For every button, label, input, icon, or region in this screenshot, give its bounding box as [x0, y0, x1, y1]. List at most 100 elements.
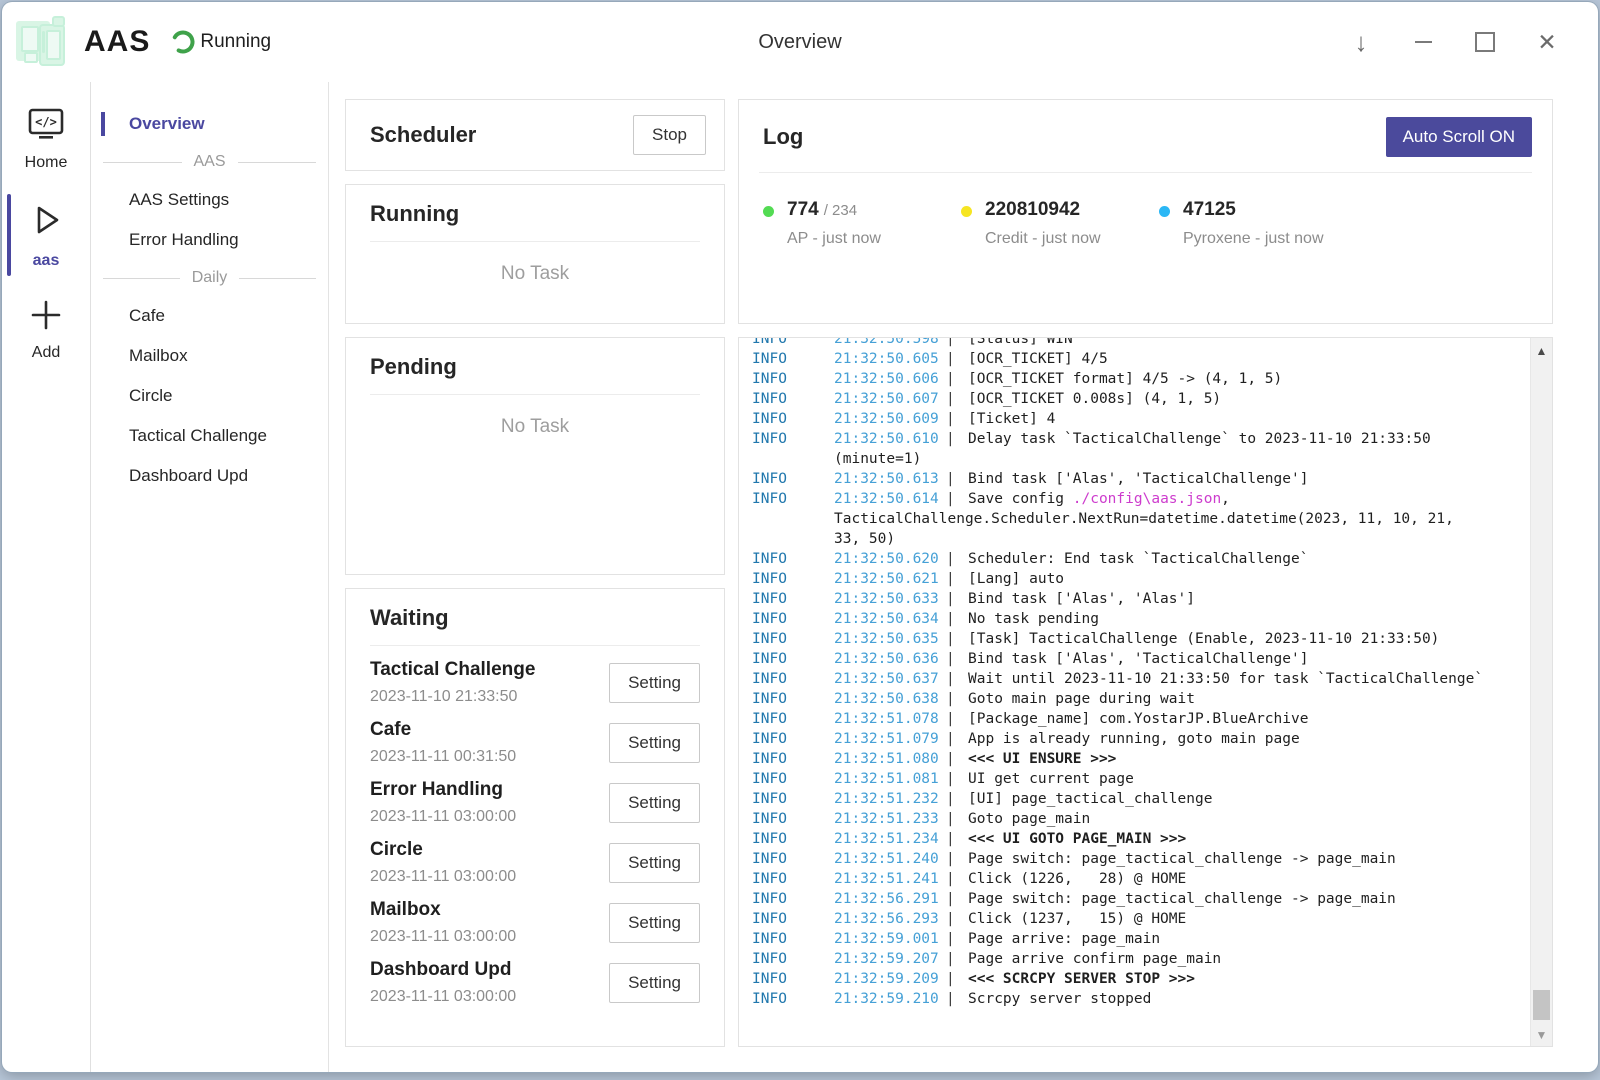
- log-level: INFO: [752, 409, 834, 429]
- log-separator: |: [946, 609, 968, 629]
- sidebar-item-label: Mailbox: [129, 346, 188, 365]
- title-bar: AAS Running Overview ↓ ✕: [2, 2, 1598, 82]
- stat-text: 47125Pyroxene - just now: [1183, 199, 1324, 248]
- log-separator: |: [946, 549, 968, 569]
- main-area: Scheduler Stop Running No Task Pending N…: [329, 82, 1598, 1072]
- log-timestamp: 21:32:51.079: [834, 729, 946, 749]
- setting-button[interactable]: Setting: [609, 903, 700, 943]
- waiting-task-info: Dashboard Upd2023-11-11 03:00:00: [370, 959, 516, 1006]
- log-scrollbar[interactable]: ▲ ▼: [1530, 338, 1552, 1046]
- log-message: Save config ./config\aas.json,: [968, 489, 1230, 509]
- log-line: INFO21:32:51.233| Goto page_main: [752, 809, 1518, 829]
- sidebar-item-label: Overview: [129, 114, 205, 133]
- log-timestamp: 21:32:59.209: [834, 969, 946, 989]
- dashboard-stat: 774/ 234AP - just now: [763, 199, 961, 248]
- log-timestamp: 21:32:51.081: [834, 769, 946, 789]
- log-line: INFO21:32:50.606| [OCR_TICKET format] 4/…: [752, 369, 1518, 389]
- stop-button[interactable]: Stop: [633, 115, 706, 155]
- download-update-button[interactable]: ↓: [1348, 29, 1374, 55]
- rail-item-home[interactable]: </>Home: [2, 96, 90, 184]
- log-message: [Lang] auto: [968, 569, 1064, 589]
- log-lines: INFO21:32:50.598| [Status] WININFO21:32:…: [752, 337, 1518, 1009]
- divider-line: [239, 278, 316, 279]
- waiting-task-next-run: 2023-11-11 03:00:00: [370, 868, 516, 886]
- stat-dot-icon: [1159, 206, 1170, 217]
- running-title: Running: [370, 201, 700, 227]
- plus-icon: [29, 298, 63, 337]
- log-line: 33, 50): [752, 529, 1518, 549]
- icon-rail: </>Home aas Add: [2, 82, 91, 1072]
- log-level: INFO: [752, 929, 834, 949]
- running-empty-text: No Task: [370, 242, 700, 285]
- log-message: Bind task ['Alas', 'Alas']: [968, 589, 1195, 609]
- close-button[interactable]: ✕: [1534, 29, 1560, 55]
- log-separator: |: [946, 337, 968, 349]
- auto-scroll-toggle[interactable]: Auto Scroll ON: [1386, 117, 1532, 157]
- log-level: INFO: [752, 369, 834, 389]
- setting-button[interactable]: Setting: [609, 963, 700, 1003]
- log-line: INFO21:32:50.634| No task pending: [752, 609, 1518, 629]
- waiting-task-list: Tactical Challenge2023-11-10 21:33:50Set…: [370, 659, 700, 1006]
- sidebar-item-overview[interactable]: Overview: [91, 104, 328, 144]
- log-message: Goto page_main: [968, 809, 1090, 829]
- sidebar-item-dashboard-upd[interactable]: Dashboard Upd: [91, 456, 328, 496]
- log-timestamp: 21:32:59.001: [834, 929, 946, 949]
- setting-button[interactable]: Setting: [609, 723, 700, 763]
- log-separator: |: [946, 369, 968, 389]
- log-timestamp: 21:32:50.606: [834, 369, 946, 389]
- waiting-task-row: Mailbox2023-11-11 03:00:00Setting: [370, 899, 700, 946]
- sidebar-item-tactical-challenge[interactable]: Tactical Challenge: [91, 416, 328, 456]
- sidebar-item-mailbox[interactable]: Mailbox: [91, 336, 328, 376]
- log-level: INFO: [752, 429, 834, 449]
- rail-item-label: aas: [33, 252, 60, 270]
- log-message: Click (1226, 28) @ HOME: [968, 869, 1186, 889]
- divider-line: [103, 278, 180, 279]
- scroll-down-icon[interactable]: ▼: [1531, 1028, 1552, 1042]
- log-separator: |: [946, 729, 968, 749]
- log-message: TacticalChallenge.Scheduler.NextRun=date…: [834, 509, 1454, 529]
- log-level: INFO: [752, 549, 834, 569]
- log-level: INFO: [752, 989, 834, 1009]
- log-timestamp: 21:32:50.609: [834, 409, 946, 429]
- log-timestamp: 21:32:50.607: [834, 389, 946, 409]
- scrollbar-thumb[interactable]: [1533, 990, 1550, 1020]
- log-level: INFO: [752, 809, 834, 829]
- waiting-task-next-run: 2023-11-11 03:00:00: [370, 808, 516, 826]
- log-timestamp: 21:32:51.241: [834, 869, 946, 889]
- log-separator: |: [946, 649, 968, 669]
- maximize-button[interactable]: [1472, 29, 1498, 55]
- log-message: (minute=1): [834, 449, 921, 469]
- sidebar-item-aas-settings[interactable]: AAS Settings: [91, 180, 328, 220]
- log-level: INFO: [752, 889, 834, 909]
- nav-group-divider-daily: Daily: [103, 269, 316, 287]
- log-line: INFO21:32:50.621| [Lang] auto: [752, 569, 1518, 589]
- stat-dot-icon: [961, 206, 972, 217]
- waiting-task-row: Circle2023-11-11 03:00:00Setting: [370, 839, 700, 886]
- log-separator: |: [946, 629, 968, 649]
- log-line: INFO21:32:59.209| <<< SCRCPY SERVER STOP…: [752, 969, 1518, 989]
- log-message: Goto main page during wait: [968, 689, 1195, 709]
- log-timestamp: 21:32:56.293: [834, 909, 946, 929]
- log-message: Page arrive: page_main: [968, 929, 1160, 949]
- setting-button[interactable]: Setting: [609, 783, 700, 823]
- log-message: <<< SCRCPY SERVER STOP >>>: [968, 969, 1195, 989]
- sidebar-item-label: AAS Settings: [129, 190, 229, 209]
- sidebar-item-circle[interactable]: Circle: [91, 376, 328, 416]
- scroll-up-icon[interactable]: ▲: [1531, 344, 1552, 358]
- log-level: [752, 529, 834, 549]
- sidebar-item-cafe[interactable]: Cafe: [91, 296, 328, 336]
- log-message: <<< UI ENSURE >>>: [968, 749, 1116, 769]
- log-level: INFO: [752, 469, 834, 489]
- log-level: INFO: [752, 489, 834, 509]
- setting-button[interactable]: Setting: [609, 843, 700, 883]
- stat-suffix: / 234: [824, 202, 857, 219]
- log-message: Page switch: page_tactical_challenge -> …: [968, 889, 1396, 909]
- nav-group-label: Daily: [180, 269, 240, 287]
- setting-button[interactable]: Setting: [609, 663, 700, 703]
- log-separator: |: [946, 489, 968, 509]
- log-output-card[interactable]: INFO21:32:50.598| [Status] WININFO21:32:…: [738, 337, 1553, 1047]
- sidebar-item-error-handling[interactable]: Error Handling: [91, 220, 328, 260]
- minimize-button[interactable]: [1410, 29, 1436, 55]
- rail-item-aas[interactable]: aas: [2, 188, 90, 282]
- rail-item-add[interactable]: Add: [2, 286, 90, 374]
